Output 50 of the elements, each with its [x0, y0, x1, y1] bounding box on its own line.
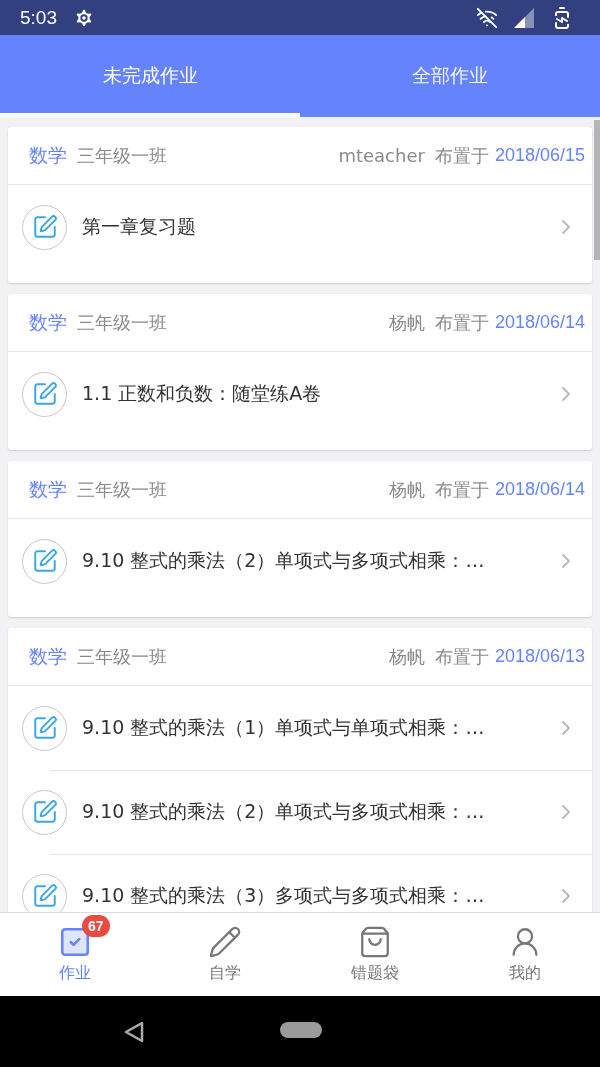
- nav-label: 自学: [209, 963, 241, 984]
- assignment-title: 9.10 整式的乘法（1）单项式与单项式相乘：…: [82, 715, 486, 740]
- nav-tab[interactable]: 我的: [450, 913, 600, 996]
- assignment-title: 9.10 整式的乘法（2）单项式与多项式相乘：…: [82, 548, 486, 573]
- home-button[interactable]: [280, 1022, 322, 1038]
- teacher-name: 杨帆: [388, 644, 425, 669]
- class-name: 三年级一班: [77, 644, 167, 669]
- assignment-title: 1.1 正数和负数：随堂练A卷: [82, 381, 323, 406]
- assigned-date: 2018/06/13: [494, 646, 585, 667]
- back-icon[interactable]: [124, 1020, 144, 1043]
- wifi-off-icon: [476, 6, 498, 29]
- scrollbar[interactable]: [594, 120, 600, 260]
- nav-tab[interactable]: 自学: [150, 913, 300, 996]
- assigned-label: 布置于: [434, 477, 489, 502]
- nav-tab[interactable]: 67 作业: [0, 913, 150, 996]
- clock-time: 5:03: [20, 6, 57, 29]
- assignment-row[interactable]: 9.10 整式的乘法（1）单项式与单项式相乘：…: [8, 686, 592, 770]
- assigned-label: 布置于: [434, 143, 489, 168]
- subject-label: 数学: [29, 476, 67, 502]
- class-name: 三年级一班: [77, 143, 167, 168]
- assignment-title: 9.10 整式的乘法（2）单项式与多项式相乘：…: [82, 799, 486, 824]
- assigned-label: 布置于: [434, 644, 489, 669]
- teacher-name: 杨帆: [388, 477, 425, 502]
- nav-label: 我的: [509, 963, 541, 984]
- subject-label: 数学: [29, 309, 67, 335]
- assigned-label: 布置于: [434, 310, 489, 335]
- nav-label: 作业: [59, 963, 91, 984]
- subject-label: 数学: [29, 142, 67, 168]
- assignment-row[interactable]: 1.1 正数和负数：随堂练A卷: [8, 352, 592, 436]
- nav-label: 错题袋: [351, 963, 399, 984]
- teacher-name: mteacher: [338, 145, 425, 166]
- subject-label: 数学: [29, 643, 67, 669]
- settings-icon: [73, 6, 95, 29]
- assigned-date: 2018/06/14: [494, 312, 585, 333]
- bag-icon: [358, 925, 392, 959]
- assignment-row[interactable]: 9.10 整式的乘法（2）单项式与多项式相乘：…: [8, 770, 592, 854]
- teacher-name: 杨帆: [388, 310, 425, 335]
- assignment-row[interactable]: 第一章复习题: [8, 185, 592, 269]
- pencil-icon: [208, 925, 242, 959]
- class-name: 三年级一班: [77, 310, 167, 335]
- assignment-title: 第一章复习题: [82, 214, 197, 239]
- nav-tab[interactable]: 错题袋: [300, 913, 450, 996]
- signal-icon: [514, 7, 534, 28]
- count-badge: 67: [82, 915, 110, 937]
- assigned-date: 2018/06/14: [494, 479, 585, 500]
- class-name: 三年级一班: [77, 477, 167, 502]
- assignment-row[interactable]: 9.10 整式的乘法（3）多项式与多项式相乘：…: [8, 854, 592, 912]
- assigned-date: 2018/06/15: [494, 145, 585, 166]
- assignment-row[interactable]: 9.10 整式的乘法（2）单项式与多项式相乘：…: [8, 519, 592, 603]
- assignment-title: 9.10 整式的乘法（3）多项式与多项式相乘：…: [82, 883, 486, 908]
